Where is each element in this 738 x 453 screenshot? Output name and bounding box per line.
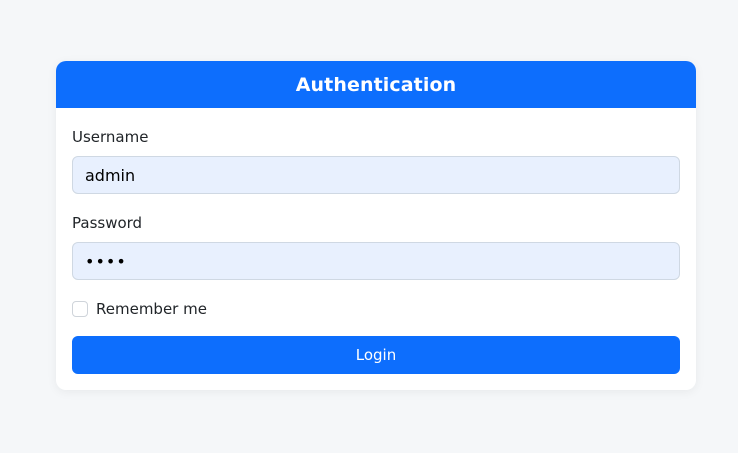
card-header: Authentication [56, 61, 696, 108]
page-title: Authentication [295, 73, 457, 96]
login-card: Authentication Username Password Remembe… [56, 61, 696, 390]
username-input[interactable] [72, 156, 680, 194]
username-label: Username [72, 128, 149, 146]
password-label: Password [72, 214, 143, 232]
remember-me-label[interactable]: Remember me [96, 300, 207, 318]
remember-me[interactable]: Remember me [72, 300, 207, 318]
remember-me-checkbox[interactable] [72, 301, 88, 317]
login-button[interactable]: Login [72, 336, 680, 374]
password-input[interactable] [72, 242, 680, 280]
